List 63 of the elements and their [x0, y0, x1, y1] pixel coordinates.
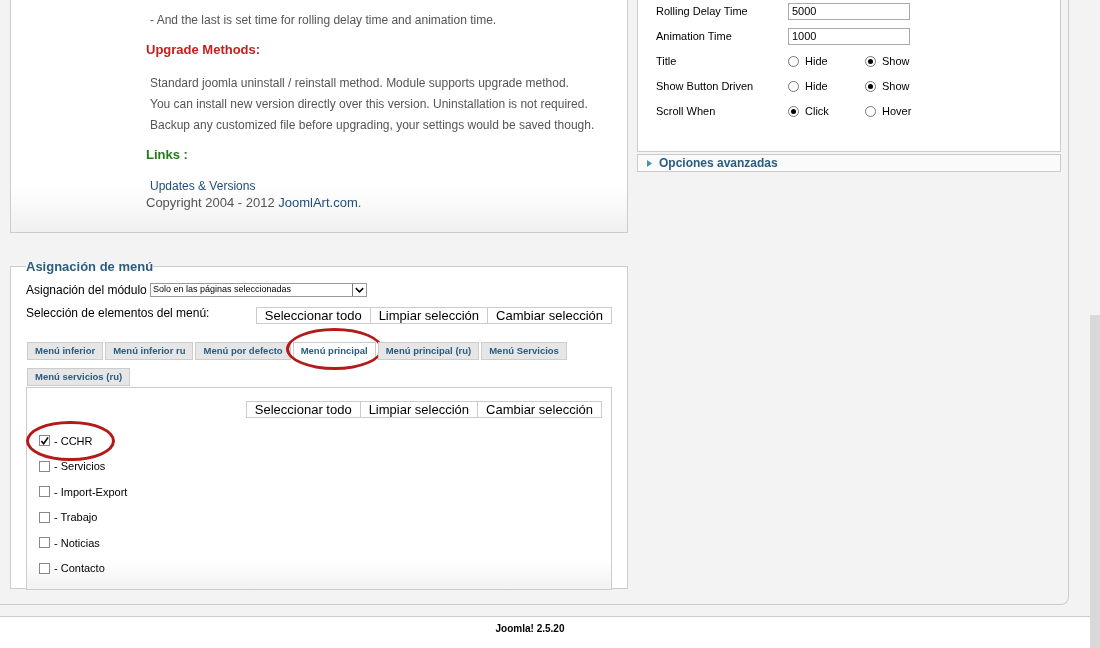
selection-button[interactable]: Cambiar selección	[477, 400, 602, 418]
menu-item-checkbox[interactable]	[39, 562, 50, 574]
updates-link[interactable]: Updates & Versions	[150, 178, 256, 194]
advanced-options-bar[interactable]: Opciones avanzadas	[637, 154, 1061, 172]
radio-label: Click	[805, 103, 829, 119]
selection-button[interactable]: Cambiar selección	[487, 306, 612, 324]
radio-button[interactable]	[865, 80, 876, 92]
menu-item-checkbox[interactable]	[39, 537, 50, 549]
description-text: You can install new version directly over this version. Uninstallation is not required.	[150, 95, 589, 112]
description-text: - And the last is set time for rolling delay time and animation time.	[150, 12, 498, 28]
description-text: Standard joomla uninstall / reinstall method. Module supports upgrade method.	[150, 74, 570, 91]
param-label: Scroll When	[656, 103, 717, 119]
selection-button[interactable]: Seleccionar todo	[255, 306, 371, 324]
description-text: Backup any customized file before upgrading, your settings would be saved though.	[150, 116, 596, 133]
field-label: Selección de elementos del menú:	[26, 304, 210, 322]
selection-button[interactable]: Limpiar selección	[359, 400, 479, 418]
radio-button[interactable]	[865, 55, 876, 67]
param-label: Animation Time	[656, 28, 733, 44]
scrollbar[interactable]	[1090, 315, 1100, 648]
menu-item-label: - Import-Export	[54, 484, 128, 500]
radio-label: Hide	[805, 78, 828, 94]
radio-button[interactable]	[788, 80, 799, 92]
menu-item-checkbox[interactable]	[39, 435, 50, 447]
radio-button[interactable]	[788, 105, 799, 117]
menu-tab[interactable]: Menú principal	[292, 341, 376, 360]
selection-button[interactable]: Limpiar selección	[369, 306, 489, 324]
text-field[interactable]: 1000	[788, 27, 910, 45]
menu-tab[interactable]: Menú inferior ru	[105, 341, 194, 360]
text-field[interactable]: 5000	[788, 2, 910, 20]
menu-item-label: - Servicios	[54, 459, 106, 474]
footer-version: Joomla! 2.5.20	[495, 622, 565, 636]
radio-label: Show	[882, 78, 910, 94]
menu-item-label: - Noticias	[54, 535, 100, 551]
menu-item-label: - Contacto	[54, 561, 105, 576]
copyright-text: Copyright 2004 - 2012 JoomlArt.com.	[146, 194, 362, 212]
caret-right-icon	[646, 159, 653, 167]
menu-item-label: - CCHR	[54, 433, 93, 449]
caret-icon	[352, 283, 366, 296]
menu-tab[interactable]: Menú Servicios	[481, 341, 567, 360]
section-heading: Links :	[146, 145, 189, 164]
field-label: Asignación del módulo	[26, 281, 148, 299]
fieldset-legend: Asignación de menú	[26, 257, 154, 277]
selection-button[interactable]: Seleccionar todo	[245, 400, 361, 418]
menu-tab[interactable]: Menú servicios (ru)	[27, 367, 131, 386]
menu-item-checkbox[interactable]	[39, 486, 50, 498]
param-label: Rolling Delay Time	[656, 3, 749, 19]
joomlart-link[interactable]: JoomlArt.com	[278, 195, 358, 210]
param-label: Show Button Driven	[656, 78, 755, 94]
menu-tab[interactable]: Menú inferior	[27, 341, 104, 360]
assignment-select[interactable]: Solo en las páginas seleccionadas	[150, 282, 367, 297]
section-heading: Upgrade Methods:	[146, 41, 262, 59]
param-label: Title	[656, 53, 678, 69]
menu-tab[interactable]: Menú principal (ru)	[377, 341, 480, 360]
menu-item-checkbox[interactable]	[39, 460, 50, 472]
radio-label: Hide	[805, 53, 828, 69]
radio-button[interactable]	[865, 105, 876, 117]
radio-label: Show	[882, 53, 910, 69]
menu-tab[interactable]: Menú por defecto	[195, 341, 291, 360]
radio-button[interactable]	[788, 55, 799, 67]
radio-label: Hover	[882, 103, 912, 119]
menu-item-label: - Trabajo	[54, 510, 98, 525]
menu-item-checkbox[interactable]	[39, 511, 50, 523]
checkmark-icon	[40, 435, 49, 446]
